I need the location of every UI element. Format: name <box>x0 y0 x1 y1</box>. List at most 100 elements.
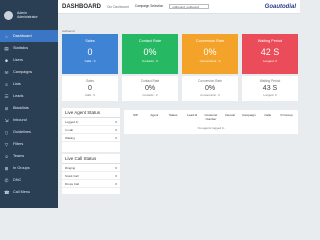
sidebar-item-dnc[interactable]: ✆ DNC <box>0 174 58 186</box>
book-icon: ▯ <box>5 129 8 135</box>
column-header[interactable]: Lead Id <box>183 113 202 121</box>
stat-card: Conversion Rate 0% Conversions : 0 <box>182 34 238 74</box>
stat-card-value: 0% <box>143 47 157 57</box>
sidebar-item-label: Inbound <box>13 118 27 122</box>
status-value: 0 <box>115 127 117 132</box>
stat-card-value: 43 S <box>262 85 278 92</box>
stat-card-sub: Conversions : 0 <box>200 93 220 97</box>
column-header[interactable]: Campaign <box>239 113 258 121</box>
breadcrumb[interactable]: Our Dashboard <box>107 5 129 9</box>
campaign-select[interactable]: outbound_outbound <box>169 4 210 9</box>
status-label: Drops Call <box>65 181 80 186</box>
dnc-icon: ✆ <box>4 177 9 183</box>
sidebar-item-label: In Groups <box>13 166 30 170</box>
status-row: Logged In 0 <box>62 118 120 126</box>
brand-logo: Goautodial <box>264 3 296 10</box>
status-label: Ringing <box>65 165 76 170</box>
sidebar-item-users[interactable]: ☻ Users <box>0 54 58 66</box>
sidebar-item-campaigns[interactable]: ✉ Campaigns <box>0 66 58 78</box>
group-icon: ⊞ <box>4 165 9 171</box>
stat-card-label: Contact Rate <box>138 39 162 43</box>
stat-card: Contact Rate 0% Contacts : 0 <box>122 76 178 101</box>
sidebar-item-guidelines[interactable]: ▯ Guidelines <box>0 126 58 138</box>
sidebar-item-label: Users <box>13 58 23 62</box>
stat-card: Sales 0 Calls : 0 <box>62 76 118 101</box>
summary-cards: Sales 0 Calls : 0 Contact Rate 0% Contacts : … <box>62 34 298 74</box>
stat-card-label: Conversion Rate <box>195 39 225 43</box>
column-header[interactable]: Agent <box>145 113 164 121</box>
status-value: 0 <box>115 181 117 186</box>
summary-cards-light: Sales 0 Calls : 0 Contact Rate 0% Contacts : … <box>62 76 298 101</box>
sidebar-nav: ⌂ Dashboard ▤ Statistics ☻ Users ✉ Campaigns ≡ Li… <box>0 30 58 198</box>
stat-card-label: Sales <box>86 79 94 83</box>
status-row: Drops Call 0 <box>62 180 120 188</box>
empty-message: No agents logged in <box>197 126 225 130</box>
live-call-panel: Live Call Status Ringing 0 Stuck Call 0 Drop… <box>62 154 120 194</box>
main-content: DASHBOARD Our Dashboard Campaign Selecti… <box>58 0 300 208</box>
column-header[interactable]: SIP <box>126 113 145 121</box>
stat-card-sub: Longest: 0 <box>263 93 277 97</box>
live-agent-title: Live Agent Status <box>62 108 120 118</box>
status-row: Ringing 0 <box>62 164 120 172</box>
sidebar-item-filters[interactable]: ▽ Filters <box>0 138 58 150</box>
sidebar-item-label: Statistics <box>13 46 29 50</box>
status-row: Stuck Call 0 <box>62 172 120 180</box>
sidebar-item-label: Guidelines <box>13 130 31 134</box>
status-value: 0 <box>115 119 117 124</box>
sidebar-item-leads[interactable]: ☰ Leads <box>0 90 58 102</box>
campaign-icon: ✉ <box>4 69 9 75</box>
sidebar-item-label: Blacklists <box>13 106 29 110</box>
status-value: 0 <box>115 135 117 140</box>
block-icon: ⊘ <box>4 105 9 111</box>
sidebar-item-label: Call Menu <box>13 190 31 194</box>
sidebar-item-label: Leads <box>13 94 24 98</box>
home-icon: ⌂ <box>5 33 8 39</box>
team-icon: ☺ <box>4 153 9 159</box>
filter-icon: ▽ <box>4 141 9 147</box>
avatar[interactable] <box>4 10 13 20</box>
sidebar-item-inbound[interactable]: ⇲ Inbound <box>0 114 58 126</box>
sidebar-item-in-groups[interactable]: ⊞ In Groups <box>0 162 58 174</box>
sidebar-item-dashboard[interactable]: ⌂ Dashboard <box>0 30 58 42</box>
table-header: SIP Agent Status Lead Id Customer Number Inte… <box>124 110 298 124</box>
stat-card-value: 0% <box>144 85 156 92</box>
agents-table: SIP Agent Status Lead Id Customer Number Inte… <box>124 110 298 134</box>
stat-card: Conversion Rate 0% Conversions : 0 <box>182 76 238 101</box>
column-header[interactable]: IN Group <box>277 113 296 121</box>
status-row: Waiting 0 <box>62 134 120 142</box>
stat-card-sub: Conversions : 0 <box>199 59 221 63</box>
stat-card-sub: Longest: 0 <box>262 59 277 63</box>
sidebar-item-teams[interactable]: ☺ Teams <box>0 150 58 162</box>
stat-card-value: 0% <box>203 47 217 57</box>
status-label: Stuck Call <box>65 173 79 178</box>
stat-card-label: Contact Rate <box>140 79 160 83</box>
stat-card-value: 42 S <box>260 47 280 57</box>
stat-card-sub: Calls : 0 <box>84 59 96 63</box>
sidebar: Admin Administrator ⌂ Dashboard ▤ Statistic… <box>0 0 58 208</box>
status-value: 0 <box>115 165 117 170</box>
status-label: In call <box>65 127 73 132</box>
stat-card-value: 0 <box>88 85 92 92</box>
column-header[interactable]: Status <box>164 113 183 121</box>
stat-card-label: Waiting Period <box>257 39 283 43</box>
column-header[interactable]: Interval <box>220 113 239 121</box>
column-header[interactable]: Customer Number <box>202 113 221 121</box>
sidebar-item-label: Teams <box>13 154 25 158</box>
stat-card: Waiting Period 42 S Longest: 0 <box>242 34 298 74</box>
stat-card: Contact Rate 0% Contacts : 0 <box>122 34 178 74</box>
status-row: In call 0 <box>62 126 120 134</box>
sidebar-item-lists[interactable]: ≡ Lists <box>0 78 58 90</box>
stat-card-label: Sales <box>85 39 95 43</box>
stat-card-label: Waiting Period <box>259 79 281 83</box>
live-call-title: Live Call Status <box>62 154 120 164</box>
column-header[interactable]: Calls <box>258 113 277 121</box>
sidebar-item-call-menu[interactable]: ☎ Call Menu <box>0 186 58 198</box>
list-icon: ≡ <box>5 81 8 87</box>
stat-card-sub: Contacts : 0 <box>142 93 158 97</box>
menu-icon: ☎ <box>4 189 10 195</box>
stat-card-value: 0 <box>87 47 93 57</box>
stat-card: Sales 0 Calls : 0 <box>62 34 118 74</box>
sidebar-item-blacklists[interactable]: ⊘ Blacklists <box>0 102 58 114</box>
sidebar-item-label: Filters <box>13 142 24 146</box>
sidebar-item-statistics[interactable]: ▤ Statistics <box>0 42 58 54</box>
